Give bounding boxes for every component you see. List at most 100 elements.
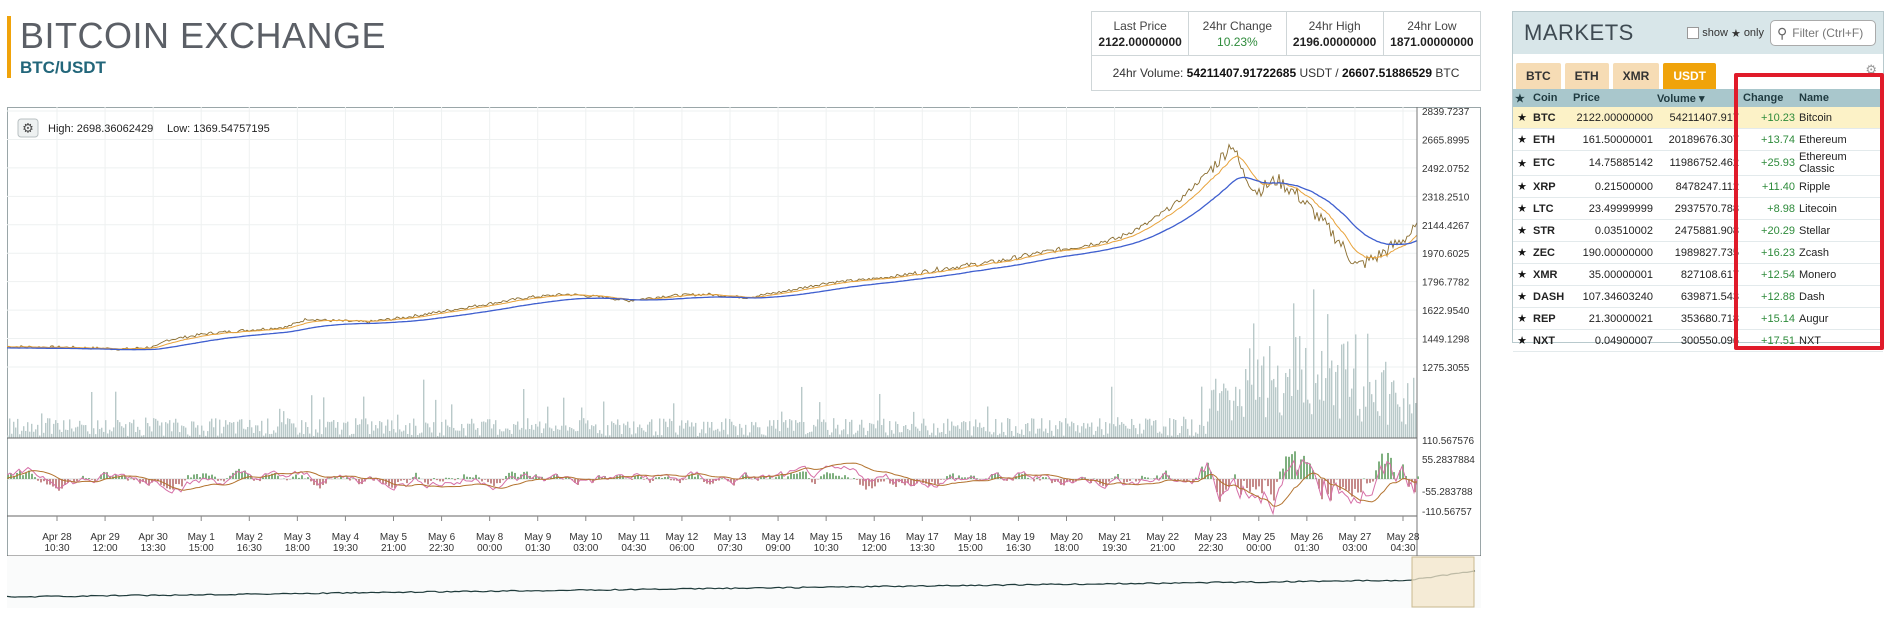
coin-cell: REP [1531, 307, 1571, 330]
price-cell: 14.75885142 [1571, 150, 1655, 176]
markets-header: MARKETS show ★ only ⚲ Filter (Ctrl+F) [1513, 12, 1883, 54]
y-tick-label: 2318.2510 [1422, 192, 1470, 203]
volume-cell: 300550.096 [1655, 329, 1741, 352]
volume-cell: 11986752.462 [1655, 150, 1741, 176]
stat-value: 2196.00000000 [1292, 35, 1377, 49]
x-tick-date: May 20 [1050, 532, 1083, 543]
x-tick-time: 15:00 [189, 543, 214, 554]
volume-btc-unit: BTC [1435, 66, 1460, 80]
volume-prefix: 24hr Volume: [1112, 66, 1184, 80]
coin-cell: XMR [1531, 263, 1571, 286]
chart-settings-button[interactable]: ⚙ [17, 118, 39, 138]
x-tick-time: 10:30 [44, 543, 69, 554]
price-cell: 161.50000001 [1571, 128, 1655, 151]
stat-24hr-change: 24hr Change 10.23% [1189, 12, 1287, 55]
star-icon[interactable]: ★ [1513, 107, 1531, 129]
x-tick-date: May 25 [1242, 532, 1275, 543]
star-icon[interactable]: ★ [1513, 241, 1531, 264]
x-tick-date: May 19 [1002, 532, 1035, 543]
show-only-checkbox[interactable] [1687, 27, 1700, 39]
coin-cell: LTC [1531, 197, 1571, 220]
x-tick-time: 18:00 [285, 543, 310, 554]
stat-24hr-high: 24hr High 2196.00000000 [1287, 12, 1384, 55]
chart-low-label: Low: 1369.54757195 [167, 123, 270, 135]
x-tick-time: 22:30 [429, 543, 454, 554]
pair-label: BTC/USDT [20, 58, 106, 77]
stat-24hr-low: 24hr Low 1871.00000000 [1384, 12, 1480, 55]
stat-value: 1871.00000000 [1390, 35, 1474, 49]
price-cell: 0.04900007 [1571, 329, 1655, 352]
navigator-window[interactable] [1411, 556, 1475, 608]
volume-cell: 827108.617 [1655, 263, 1741, 286]
x-tick-time: 01:30 [525, 543, 550, 554]
star-column-header[interactable]: ★ [1513, 89, 1531, 107]
x-tick-date: May 4 [332, 532, 360, 543]
x-tick-time: 18:00 [1054, 543, 1079, 554]
stat-value: 10.23% [1217, 35, 1258, 49]
tab-btc[interactable]: BTC [1516, 63, 1561, 89]
sort-desc-icon: ▾ [1698, 92, 1705, 105]
stat-last-price: Last Price 2122.00000000 [1092, 12, 1190, 55]
star-icon[interactable]: ★ [1513, 263, 1531, 286]
price-chart[interactable]: 2839.7237 2665.8995 2492.0752 2318.2510 2144… [6, 107, 1481, 608]
x-tick-date: May 5 [380, 532, 408, 543]
price-cell: 190.00000000 [1571, 241, 1655, 264]
star-icon[interactable]: ★ [1513, 128, 1531, 151]
volume-cell: 1989827.735 [1655, 241, 1741, 264]
x-tick-date: May 27 [1339, 532, 1372, 543]
x-tick-date: Apr 29 [90, 532, 120, 543]
stat-label: 24hr High [1308, 19, 1361, 33]
page-title: BITCOIN EXCHANGE [20, 15, 387, 56]
coin-cell: XRP [1531, 175, 1571, 198]
gear-icon: ⚙ [22, 121, 34, 136]
x-tick-time: 10:30 [814, 543, 839, 554]
star-icon[interactable]: ★ [1513, 307, 1531, 330]
show-starred-only[interactable]: show ★ only [1687, 27, 1764, 40]
volume-header-label: Volume [1657, 92, 1696, 105]
star-icon[interactable]: ★ [1513, 329, 1531, 352]
coin-column-header[interactable]: Coin [1531, 89, 1571, 107]
price-cell: 2122.00000000 [1571, 107, 1655, 129]
star-icon[interactable]: ★ [1513, 285, 1531, 308]
stat-label: Last Price [1113, 19, 1167, 33]
x-tick-date: May 8 [476, 532, 504, 543]
star-icon[interactable]: ★ [1513, 150, 1531, 176]
x-tick-time: 21:00 [1150, 543, 1175, 554]
x-tick-time: 06:00 [669, 543, 694, 554]
x-tick-time: 09:00 [766, 543, 791, 554]
macd-tick-label: -110.56757 [1422, 507, 1472, 518]
x-tick-time: 22:30 [1198, 543, 1223, 554]
x-tick-date: May 23 [1194, 532, 1227, 543]
x-tick-time: 21:00 [381, 543, 406, 554]
tab-xmr[interactable]: XMR [1612, 63, 1660, 89]
x-tick-date: May 10 [569, 532, 602, 543]
stat-value: 2122.00000000 [1098, 35, 1182, 49]
filter-input[interactable]: ⚲ Filter (Ctrl+F) [1770, 20, 1876, 46]
x-tick-date: May 13 [714, 532, 747, 543]
chart-svg[interactable]: 2839.7237 2665.8995 2492.0752 2318.2510 2144… [6, 107, 1481, 608]
volume-cell: 2475881.908 [1655, 219, 1741, 242]
coin-cell: ETC [1531, 150, 1571, 176]
x-tick-time: 03:00 [573, 543, 598, 554]
x-tick-time: 01:30 [1294, 543, 1319, 554]
y-tick-label: 1622.9540 [1422, 306, 1470, 317]
star-icon[interactable]: ★ [1513, 219, 1531, 242]
x-tick-date: May 26 [1290, 532, 1323, 543]
volume-column-header[interactable]: Volume ▾ [1655, 89, 1741, 107]
volume-btc: 26607.51886529 [1341, 66, 1433, 80]
search-icon: ⚲ [1777, 24, 1788, 41]
tab-eth[interactable]: ETH [1564, 63, 1609, 89]
star-icon[interactable]: ★ [1513, 175, 1531, 198]
volume-cell: 2937570.788 [1655, 197, 1741, 220]
tab-usdt[interactable]: USDT [1663, 63, 1717, 89]
volume-usdt: 54211407.91722685 [1186, 66, 1297, 80]
star-icon[interactable]: ★ [1513, 197, 1531, 220]
volume-cell: 8478247.112 [1655, 175, 1741, 198]
x-tick-time: 19:30 [333, 543, 358, 554]
x-tick-date: May 6 [428, 532, 456, 543]
x-tick-date: May 18 [954, 532, 987, 543]
price-column-header[interactable]: Price [1571, 89, 1655, 107]
x-tick-time: 16:30 [237, 543, 262, 554]
volume-line: 24hr Volume: 54211407.91722685 USDT / 26… [1092, 56, 1480, 80]
x-tick-time: 04:30 [1390, 543, 1415, 554]
